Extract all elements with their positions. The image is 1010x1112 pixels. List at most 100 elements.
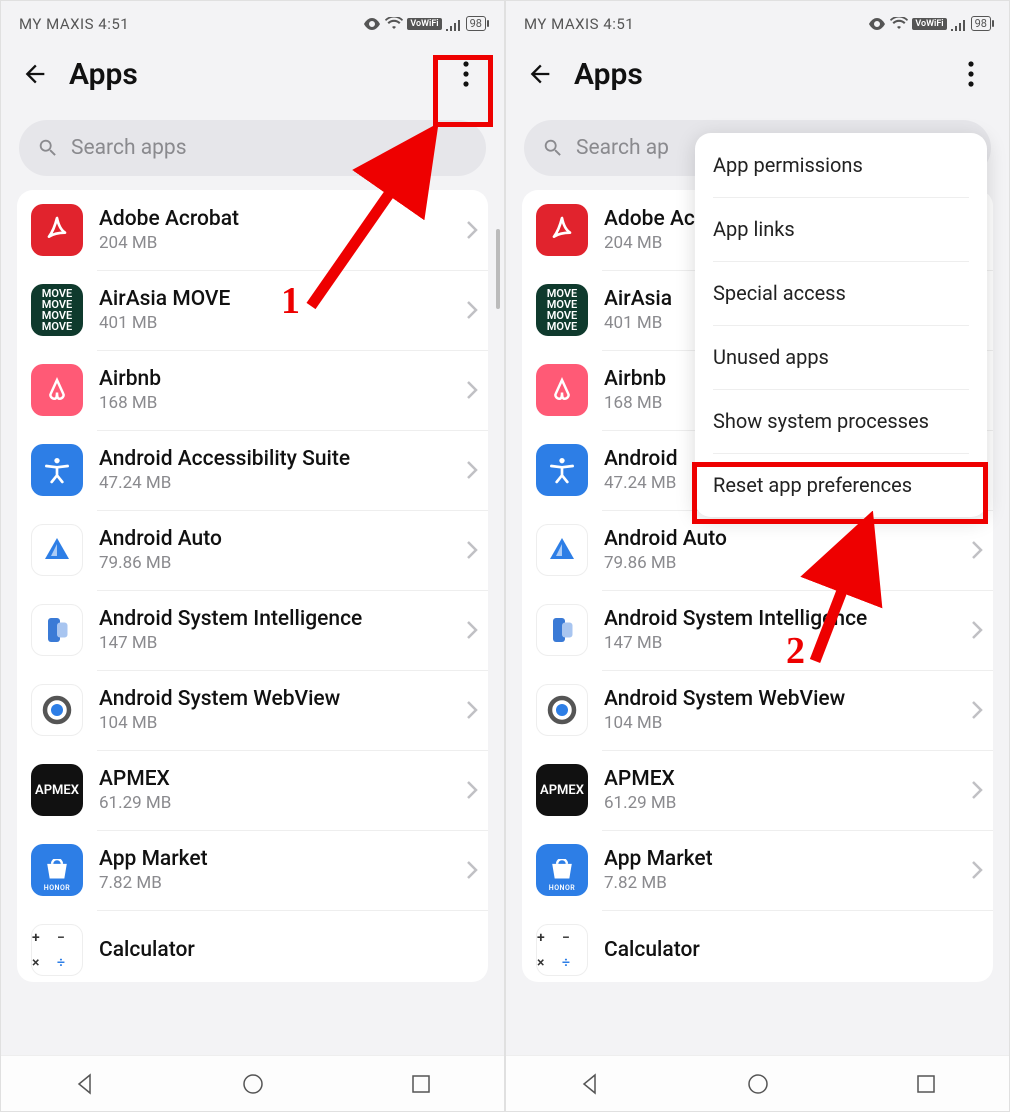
app-name: Airbnb <box>99 367 450 391</box>
battery-indicator: 98 <box>466 16 486 31</box>
accessibility-glyph-icon <box>41 454 73 486</box>
app-text: Adobe Acrobat 204 MB <box>99 207 450 253</box>
menu-item-app-links[interactable]: App links <box>695 197 987 261</box>
app-icon-android-auto <box>536 524 588 576</box>
search-icon <box>37 137 59 159</box>
chevron-right-icon <box>971 620 983 640</box>
app-row-adobe-acrobat[interactable]: Adobe Acrobat 204 MB <box>17 190 488 270</box>
more-menu-button[interactable] <box>951 54 991 94</box>
app-row-airasia[interactable]: MOVEMOVEMOVEMOVE AirAsia MOVE 401 MB <box>17 270 488 350</box>
menu-item-reset-app-preferences[interactable]: Reset app preferences <box>695 453 987 517</box>
app-size: 204 MB <box>99 233 450 253</box>
app-row-webview[interactable]: Android System WebView 104 MB <box>17 670 488 750</box>
app-size: 147 MB <box>604 633 955 653</box>
app-text: Android Accessibility Suite 47.24 MB <box>99 447 450 493</box>
menu-item-show-system-processes[interactable]: Show system processes <box>695 389 987 453</box>
time-label: 4:51 <box>98 15 129 33</box>
app-text: Calculator <box>604 938 983 962</box>
app-icon-appmarket: HONOR <box>31 844 83 896</box>
eye-icon <box>868 18 886 30</box>
search-placeholder: Search apps <box>71 136 187 160</box>
app-name: Android Auto <box>99 527 450 551</box>
app-row-android-auto[interactable]: Android Auto 79.86 MB <box>522 510 993 590</box>
nav-back-icon[interactable] <box>579 1073 601 1095</box>
search-icon <box>542 137 564 159</box>
app-row-app-market[interactable]: HONOR App Market 7.82 MB <box>17 830 488 910</box>
auto-glyph-icon <box>39 532 75 568</box>
app-text: Airbnb 168 MB <box>99 367 450 413</box>
app-name: Android Accessibility Suite <box>99 447 450 471</box>
app-icon-calculator: +−×÷ <box>31 924 83 976</box>
menu-item-unused-apps[interactable]: Unused apps <box>695 325 987 389</box>
nav-back-icon[interactable] <box>74 1073 96 1095</box>
carrier-label: MY MAXIS <box>524 15 599 33</box>
back-button[interactable] <box>524 58 556 90</box>
auto-glyph-icon <box>544 532 580 568</box>
app-text: Android Auto 79.86 MB <box>604 527 955 573</box>
app-text: App Market 7.82 MB <box>604 847 955 893</box>
menu-item-special-access[interactable]: Special access <box>695 261 987 325</box>
back-button[interactable] <box>19 58 51 90</box>
app-icon-sysintel <box>31 604 83 656</box>
sysintel-glyph-icon <box>544 612 580 648</box>
scrollbar-thumb[interactable] <box>496 229 500 309</box>
app-text: Android System WebView 104 MB <box>604 687 955 733</box>
app-icon-webview <box>31 684 83 736</box>
app-text: Android System Intelligence 147 MB <box>604 607 955 653</box>
navigation-bar <box>506 1055 1009 1111</box>
app-name: Android Auto <box>604 527 955 551</box>
page-title: Apps <box>69 57 428 92</box>
webview-glyph-icon <box>39 692 75 728</box>
nav-recent-icon[interactable] <box>411 1074 431 1094</box>
app-size: 168 MB <box>99 393 450 413</box>
app-name: Android System WebView <box>99 687 450 711</box>
app-name: Adobe Acrobat <box>99 207 450 231</box>
app-row-apmex[interactable]: APMEX APMEX 61.29 MB <box>17 750 488 830</box>
search-input[interactable]: Search apps <box>19 120 486 176</box>
acrobat-glyph-icon <box>546 214 578 246</box>
chevron-right-icon <box>466 860 478 880</box>
accessibility-glyph-icon <box>546 454 578 486</box>
vowifi-badge: VoWiFi <box>912 18 946 30</box>
app-size: 104 MB <box>99 713 450 733</box>
back-arrow-icon <box>526 60 554 88</box>
status-icons: VoWiFi 98 <box>868 16 991 31</box>
app-size: 61.29 MB <box>604 793 955 813</box>
app-text: Calculator <box>99 938 478 962</box>
header: Apps <box>1 46 504 112</box>
app-icon-webview <box>536 684 588 736</box>
bag-glyph-icon <box>547 859 577 881</box>
nav-home-icon[interactable] <box>242 1073 264 1095</box>
app-size: 79.86 MB <box>604 553 955 573</box>
app-name: Android System Intelligence <box>99 607 450 631</box>
app-name: Android System Intelligence <box>604 607 955 631</box>
menu-item-app-permissions[interactable]: App permissions <box>695 133 987 197</box>
app-row-system-intelligence[interactable]: Android System Intelligence 147 MB <box>522 590 993 670</box>
app-icon-accessibility <box>536 444 588 496</box>
app-row-system-intelligence[interactable]: Android System Intelligence 147 MB <box>17 590 488 670</box>
app-icon-android-auto <box>31 524 83 576</box>
nav-recent-icon[interactable] <box>916 1074 936 1094</box>
status-carrier-time: MY MAXIS 4:51 <box>19 15 129 33</box>
app-row-calculator[interactable]: +−×÷ Calculator <box>17 910 488 982</box>
navigation-bar <box>1 1055 504 1111</box>
chevron-right-icon <box>466 380 478 400</box>
app-icon-apmex: APMEX <box>536 764 588 816</box>
nav-home-icon[interactable] <box>747 1073 769 1095</box>
app-row-airbnb[interactable]: Airbnb 168 MB <box>17 350 488 430</box>
app-name: APMEX <box>99 767 450 791</box>
app-row-android-auto[interactable]: Android Auto 79.86 MB <box>17 510 488 590</box>
app-text: Android System WebView 104 MB <box>99 687 450 733</box>
app-row-app-market[interactable]: HONOR App Market 7.82 MB <box>522 830 993 910</box>
app-row-webview[interactable]: Android System WebView 104 MB <box>522 670 993 750</box>
chevron-right-icon <box>466 620 478 640</box>
app-name: Calculator <box>604 938 983 962</box>
app-icon-airasia: MOVEMOVEMOVEMOVE <box>536 284 588 336</box>
app-size: 61.29 MB <box>99 793 450 813</box>
app-row-accessibility[interactable]: Android Accessibility Suite 47.24 MB <box>17 430 488 510</box>
app-row-apmex[interactable]: APMEX APMEX 61.29 MB <box>522 750 993 830</box>
status-bar: MY MAXIS 4:51 VoWiFi 98 <box>1 1 504 46</box>
more-menu-button[interactable] <box>446 54 486 94</box>
screen-right: MY MAXIS 4:51 VoWiFi 98 Apps Search ap <box>505 0 1010 1112</box>
app-row-calculator[interactable]: +−×÷ Calculator <box>522 910 993 982</box>
